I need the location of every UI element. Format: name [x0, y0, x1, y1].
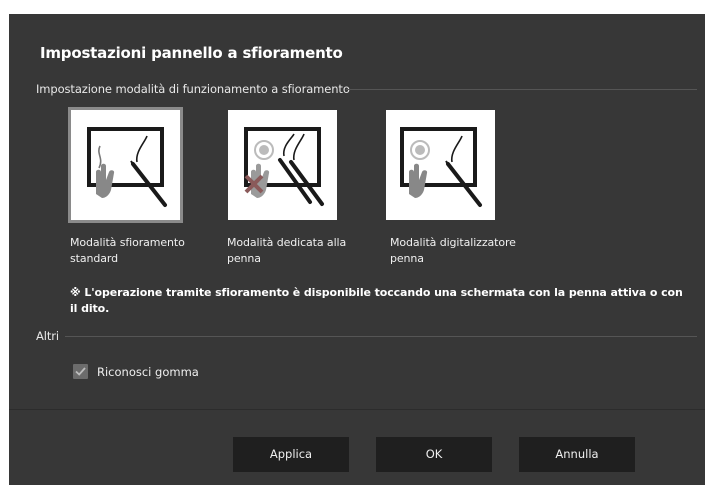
mode-standard-touch-label: Modalità sfioramento standard — [70, 236, 185, 265]
hand-and-pen-icon — [87, 127, 167, 207]
section-divider — [65, 336, 697, 337]
touch-panel-settings-dialog: Impostazioni pannello a sfioramento Impo… — [9, 14, 705, 485]
dialog-title: Impostazioni pannello a sfioramento — [40, 44, 343, 62]
touch-note-text: ※ L'operazione tramite sfioramento è dis… — [70, 286, 683, 315]
digitizer-pen-icon — [400, 127, 482, 207]
mode-digitizer-pen-label: Modalità digitalizzatore penna — [390, 236, 516, 265]
mode-pen-only-label: Modalità dedicata alla penna — [227, 236, 347, 265]
pen-only-icon — [244, 127, 324, 206]
recognize-eraser-label: Riconosci gomma — [97, 365, 199, 379]
cancel-button[interactable]: Annulla — [519, 437, 635, 472]
mode-standard-touch-button[interactable] — [68, 107, 183, 223]
ok-button[interactable]: OK — [376, 437, 492, 472]
others-section-label: Altri — [36, 329, 59, 343]
section-divider — [346, 89, 697, 90]
checkbox-checked-icon[interactable] — [73, 364, 88, 379]
mode-digitizer-pen-button[interactable] — [386, 110, 495, 220]
footer-divider — [9, 409, 705, 410]
apply-button[interactable]: Applica — [233, 437, 349, 472]
touch-mode-section-label: Impostazione modalità di funzionamento a… — [36, 82, 350, 96]
mode-pen-only-button[interactable] — [228, 110, 337, 220]
